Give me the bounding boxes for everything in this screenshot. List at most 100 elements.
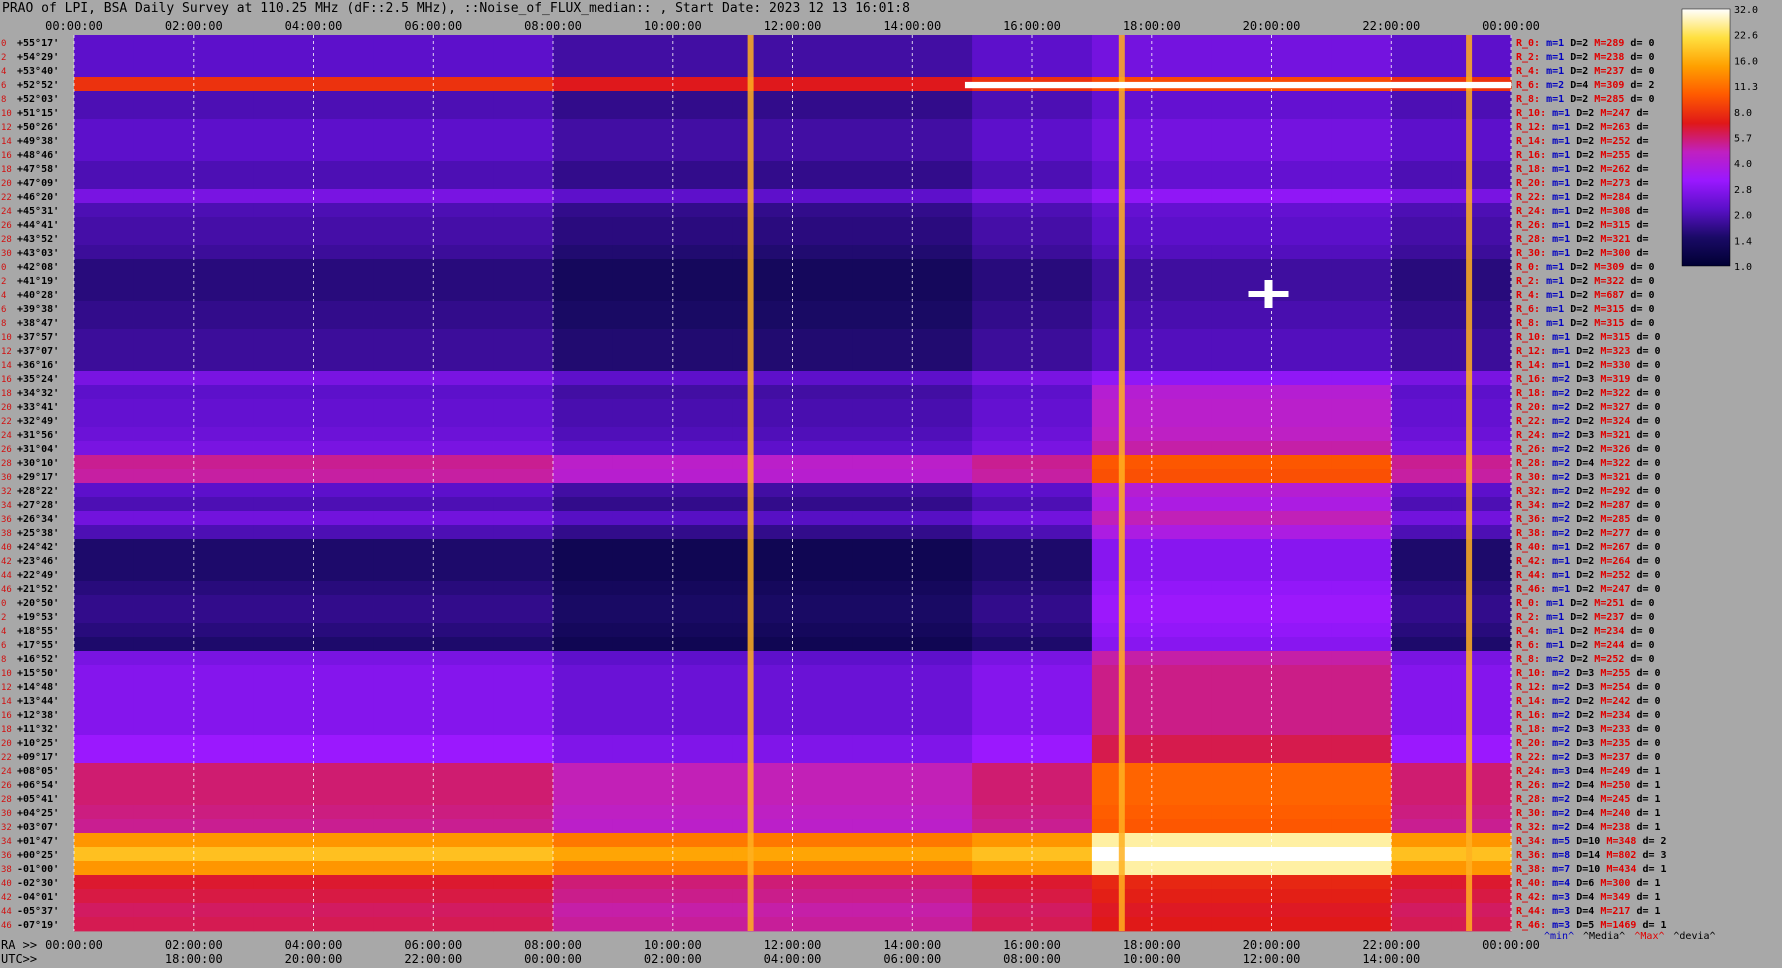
heatmap-cell — [1391, 525, 1452, 540]
heatmap-cell — [433, 63, 494, 78]
heatmap-cell — [74, 413, 135, 428]
heatmap-cell — [1451, 287, 1512, 302]
heatmap-cell — [74, 63, 135, 78]
heatmap-cell — [553, 315, 614, 330]
heatmap-cell — [1451, 917, 1512, 932]
heatmap-cell — [1271, 847, 1332, 862]
heatmap-cell — [1211, 763, 1273, 778]
heatmap-cell — [672, 875, 734, 890]
heatmap-cell — [1451, 805, 1512, 820]
heatmap-cell — [1032, 105, 1093, 120]
heatmap-cell — [493, 917, 554, 932]
heatmap-cell — [1151, 301, 1213, 316]
declination-label: +17°55' — [17, 640, 59, 651]
heatmap-cell — [133, 91, 195, 106]
heatmap-cell — [553, 651, 614, 666]
heatmap-cell — [852, 567, 913, 582]
heatmap-cell — [792, 91, 853, 106]
heatmap-cell — [1451, 819, 1512, 834]
heatmap-cell — [553, 399, 614, 414]
heatmap-cell — [1032, 749, 1093, 764]
heatmap-cell — [1032, 595, 1093, 610]
heatmap-cell — [74, 861, 135, 876]
heatmap-cell — [972, 91, 1033, 106]
heatmap-cell — [912, 805, 973, 820]
heatmap-cell — [553, 861, 614, 876]
heatmap-cell — [972, 609, 1033, 624]
heatmap-cell — [852, 889, 913, 904]
heatmap-cell — [74, 273, 135, 288]
heatmap-cell — [1032, 609, 1093, 624]
row-number: 34 — [1, 837, 12, 847]
heatmap-cell — [133, 49, 195, 64]
heatmap-cell — [792, 259, 853, 274]
declination-label: -01°00' — [17, 864, 59, 875]
heatmap-cell — [373, 175, 434, 190]
heatmap-cell — [253, 805, 315, 820]
row-number: 10 — [1, 333, 12, 343]
heatmap-cell — [852, 119, 913, 134]
heatmap-cell — [74, 875, 135, 890]
row-number: 4 — [1, 291, 6, 301]
heatmap-cell — [253, 77, 315, 92]
heatmap-cell — [912, 749, 973, 764]
heatmap-cell — [672, 567, 734, 582]
heatmap-cell — [373, 231, 434, 246]
heatmap-cell — [792, 917, 853, 932]
heatmap-cell — [852, 777, 913, 792]
heatmap-cell — [74, 665, 135, 680]
heatmap-cell — [1151, 749, 1213, 764]
heatmap-cell — [672, 707, 734, 722]
heatmap-cell — [1211, 357, 1273, 372]
ra-tick-label: 14:00:00 — [883, 938, 941, 952]
heatmap-cell — [74, 623, 135, 638]
row-number: 28 — [1, 795, 12, 805]
heatmap-cell — [253, 609, 315, 624]
heatmap-cell — [433, 119, 494, 134]
heatmap-cell — [493, 105, 554, 120]
heatmap-cell — [1451, 119, 1512, 134]
heatmap-cell — [1331, 651, 1392, 666]
heatmap-cell — [313, 63, 374, 78]
heatmap-cell — [732, 343, 794, 358]
heatmap-cell — [792, 217, 853, 232]
heatmap-cell — [792, 707, 853, 722]
heatmap-cell — [1151, 287, 1213, 302]
heatmap-cell — [253, 175, 315, 190]
heatmap-cell — [193, 763, 255, 778]
heatmap-cell — [1271, 595, 1332, 610]
heatmap-cell — [1211, 791, 1273, 806]
heatmap-cell — [1032, 175, 1093, 190]
heatmap-cell — [253, 861, 315, 876]
heatmap-cell — [852, 847, 913, 862]
row-number: 14 — [1, 137, 12, 147]
row-number: 18 — [1, 165, 12, 175]
row-number: 8 — [1, 319, 6, 329]
heatmap-cell — [74, 553, 135, 568]
ra-tick-label: 22:00:00 — [1362, 938, 1420, 952]
heatmap-cell — [912, 665, 973, 680]
heatmap-cell — [253, 427, 315, 442]
heatmap-cell — [74, 525, 135, 540]
heatmap-cell — [253, 259, 315, 274]
heatmap-cell — [553, 497, 614, 512]
heatmap-cell — [1032, 161, 1093, 176]
heatmap-cell — [612, 623, 674, 638]
heatmap-cell — [253, 917, 315, 932]
heatmap-cell — [852, 189, 913, 204]
heatmap-cell — [74, 819, 135, 834]
row-number: 6 — [1, 81, 6, 91]
heatmap-cell — [313, 455, 374, 470]
stat-row: R_6: m=2 D=4 M=309 d= 2 — [1516, 80, 1655, 91]
heatmap-cell — [732, 357, 794, 372]
heatmap-cell — [912, 147, 973, 162]
heatmap-cell — [193, 721, 255, 736]
colorbar-tick-label: 11.3 — [1734, 82, 1758, 93]
heatmap-cell — [1331, 385, 1392, 400]
heatmap-cell — [612, 315, 674, 330]
heatmap-cell — [1331, 875, 1392, 890]
heatmap-cell — [672, 217, 734, 232]
heatmap-cell — [672, 329, 734, 344]
heatmap-cell — [433, 91, 494, 106]
heatmap-cell — [672, 637, 734, 652]
